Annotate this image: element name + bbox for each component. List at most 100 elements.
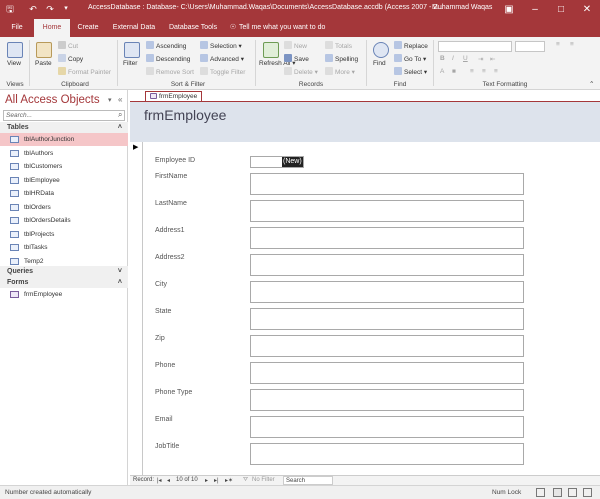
city-field[interactable]: [250, 281, 524, 303]
highlight-icon[interactable]: ■: [452, 68, 456, 75]
design-view-icon[interactable]: [583, 488, 592, 497]
nav-table-item[interactable]: tblOrders: [0, 201, 128, 214]
layout-view-icon[interactable]: [568, 488, 577, 497]
address2-field[interactable]: [250, 254, 524, 276]
num-lock-indicator: Num Lock: [492, 489, 522, 496]
go-to-button[interactable]: Go To ▾: [394, 54, 426, 63]
copy-button[interactable]: Copy: [58, 54, 83, 63]
toggle-filter-button[interactable]: Toggle Filter: [200, 67, 245, 76]
filter-button[interactable]: Filter: [123, 60, 137, 67]
nav-table-item[interactable]: tblOrdersDetails: [0, 214, 128, 227]
nav-form-item[interactable]: frmEmployee: [0, 288, 128, 301]
indent-icon[interactable]: ⇥: [478, 55, 483, 63]
sigma-icon: [325, 41, 333, 49]
ribbon-display-icon[interactable]: ▣: [496, 0, 522, 19]
phone-type-field[interactable]: [250, 389, 524, 411]
email-field[interactable]: [250, 416, 524, 438]
undo-icon[interactable]: ↶: [27, 3, 39, 15]
more-button[interactable]: More ▾: [325, 67, 355, 76]
paste-button[interactable]: Paste: [35, 60, 52, 67]
shutter-bar-icon[interactable]: «: [118, 95, 122, 104]
filter-status[interactable]: No Filter: [252, 477, 275, 483]
lastname-field[interactable]: [250, 200, 524, 222]
font-color-icon[interactable]: A: [440, 68, 444, 75]
record-search-input[interactable]: Search: [283, 476, 333, 485]
no-filter-icon: ⛛: [243, 477, 249, 483]
nav-table-item[interactable]: tblAuthors: [0, 147, 128, 160]
firstname-field[interactable]: [250, 173, 524, 195]
view-button[interactable]: View: [7, 60, 21, 67]
tell-me-box[interactable]: Tell me what you want to do: [239, 19, 339, 37]
format-painter-button[interactable]: Format Painter: [58, 67, 111, 76]
record-position[interactable]: 10 of 10: [176, 477, 198, 483]
replace-button[interactable]: Replace: [394, 41, 428, 50]
phone-type-label: Phone Type: [155, 389, 193, 396]
tables-section-header[interactable]: Tables ˄: [0, 122, 128, 133]
advanced-button[interactable]: Advanced ▾: [200, 54, 244, 63]
find-button[interactable]: Find: [373, 60, 386, 67]
underline-icon[interactable]: U: [463, 55, 468, 62]
forms-section-header[interactable]: Forms ˄: [0, 277, 128, 288]
delete-record-button[interactable]: Delete ▾: [284, 67, 318, 76]
minimize-button[interactable]: –: [522, 0, 548, 19]
font-name-combo[interactable]: [438, 41, 512, 52]
align-left-icon[interactable]: ≡: [470, 68, 474, 75]
nav-table-item[interactable]: tblAuthorJunction: [0, 133, 128, 146]
state-field[interactable]: [250, 308, 524, 330]
tab-external-data[interactable]: External Data: [108, 19, 160, 37]
bold-icon[interactable]: B: [440, 55, 445, 62]
nav-table-item[interactable]: tblProjects: [0, 228, 128, 241]
customize-toolbar-icon[interactable]: ▾: [60, 3, 72, 15]
record-selector[interactable]: ▶: [130, 142, 143, 475]
tab-create[interactable]: Create: [72, 19, 104, 37]
address1-field[interactable]: [250, 227, 524, 249]
save-icon[interactable]: 🖫: [4, 3, 16, 15]
save-record-button[interactable]: Save: [284, 54, 309, 63]
phone-field[interactable]: [250, 362, 524, 384]
remove-sort-button[interactable]: Remove Sort: [146, 67, 194, 76]
align-center-icon[interactable]: ≡: [482, 68, 486, 75]
maximize-button[interactable]: □: [548, 0, 574, 19]
descending-button[interactable]: Descending: [146, 54, 190, 63]
outdent-icon[interactable]: ⇤: [490, 55, 495, 63]
last-record-icon[interactable]: ▸|: [214, 477, 219, 484]
nav-table-item[interactable]: tblTasks: [0, 241, 128, 254]
next-record-icon[interactable]: ▸: [205, 477, 208, 484]
address1-label: Address1: [155, 227, 185, 234]
selection-button[interactable]: Selection ▾: [200, 41, 242, 50]
close-button[interactable]: ✕: [574, 0, 600, 19]
totals-button[interactable]: Totals: [325, 41, 352, 50]
bullets-icon[interactable]: ≡: [556, 41, 560, 48]
nav-table-item[interactable]: tblEmployee: [0, 174, 128, 187]
user-name: Muhammad Waqas: [432, 4, 493, 11]
employee-id-field[interactable]: (New): [250, 156, 304, 168]
nav-dropdown-icon[interactable]: ▾: [108, 96, 112, 104]
font-size-combo[interactable]: [515, 41, 545, 52]
italic-icon[interactable]: I: [452, 55, 454, 62]
redo-icon[interactable]: ↷: [44, 3, 56, 15]
cut-button[interactable]: Cut: [58, 41, 78, 50]
align-right-icon[interactable]: ≡: [494, 68, 498, 75]
select-button[interactable]: Select ▾: [394, 67, 427, 76]
tab-home[interactable]: Home: [34, 19, 70, 37]
new-record-button[interactable]: New: [284, 41, 307, 50]
first-record-icon[interactable]: |◂: [157, 477, 162, 484]
previous-record-icon[interactable]: ◂: [167, 477, 170, 484]
form-view-icon[interactable]: [536, 488, 545, 497]
zip-field[interactable]: [250, 335, 524, 357]
ascending-button[interactable]: Ascending: [146, 41, 186, 50]
nav-search-input[interactable]: Search...: [3, 110, 125, 121]
jobtitle-field[interactable]: [250, 443, 524, 465]
datasheet-view-icon[interactable]: [553, 488, 562, 497]
record-navigation-bar: Record: |◂ ◂ 10 of 10 ▸ ▸| ▸✶ ⛛ No Filte…: [130, 475, 600, 485]
collapse-ribbon-icon[interactable]: ⌃: [589, 80, 594, 88]
spelling-button[interactable]: Spelling: [325, 54, 358, 63]
tab-file[interactable]: File: [4, 19, 30, 37]
numbering-icon[interactable]: ≡: [570, 41, 574, 48]
nav-table-item[interactable]: tblCustomers: [0, 160, 128, 173]
tab-database-tools[interactable]: Database Tools: [164, 19, 222, 37]
nav-pane-title[interactable]: All Access Objects: [5, 94, 100, 106]
queries-section-header[interactable]: Queries ˅: [0, 266, 128, 277]
nav-table-item[interactable]: tblHRData: [0, 187, 128, 200]
new-record-nav-icon[interactable]: ▸✶: [225, 477, 233, 484]
